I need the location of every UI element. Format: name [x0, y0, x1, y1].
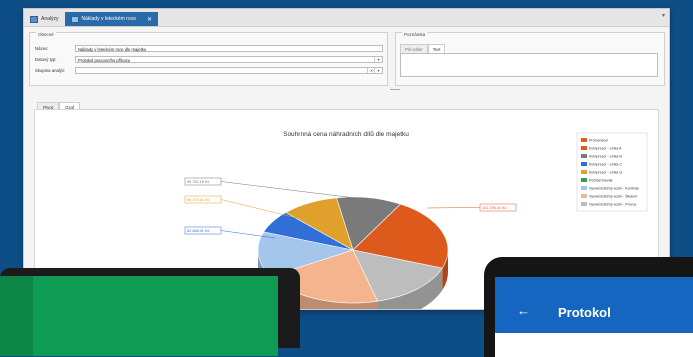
legend-swatch-5 [581, 178, 587, 182]
general-panel: Obecné Název: Náklady v leteckém roce dl… [29, 32, 388, 86]
document-icon [70, 15, 79, 23]
splitter-handle[interactable] [390, 89, 400, 90]
legend-swatch-2 [581, 154, 587, 158]
general-legend: Obecné [36, 32, 56, 37]
datatype-row: Datový typ: Protokol pracovního příkazu … [35, 56, 383, 63]
chevron-down-icon[interactable]: ▾ [374, 57, 382, 62]
laptop-screen [0, 276, 278, 356]
datatype-select[interactable]: Protokol pracovního příkazu ▾ [75, 56, 383, 63]
legend-entry-4: Kompresor - Linka G [589, 171, 622, 175]
legend-entry-7: Vysokozdvižný vozík - Školení [589, 194, 637, 199]
tablet-device: ← Protokol [484, 257, 693, 357]
analysis-icon [30, 15, 38, 23]
group-row: Skupina analýz: ✕ ▾ [35, 67, 383, 74]
legend-entry-5: Počítač-Novák [589, 179, 613, 183]
group-label: Skupina analýz: [35, 68, 66, 73]
back-arrow-icon[interactable]: ← [517, 303, 530, 318]
legend-entry-8: Vysokozdvižný vozík - Provoz [589, 203, 637, 207]
datatype-value: Protokol pracovního příkazu [78, 58, 131, 63]
callout-line-0 [426, 207, 481, 209]
legend-swatch-7 [581, 194, 587, 198]
legend-entry-1: Kompresor - Linka A [589, 147, 622, 151]
tablet-title: Protokol [558, 305, 611, 320]
tab-analyzy[interactable]: Analýzy [24, 12, 65, 26]
tablet-screen: ← Protokol [495, 277, 693, 357]
legend-swatch-6 [581, 186, 587, 190]
data-label-2: 84 703,61 Kč [187, 198, 209, 202]
tab-naklady[interactable]: Náklady v leteckém roce ✕ [64, 12, 159, 26]
legend-entry-2: Kompresor - Linka B [589, 155, 622, 159]
name-row: Název: Náklady v leteckém roce dle majet… [35, 45, 383, 52]
callout-line-2 [220, 199, 298, 219]
chart-title: Souhrnná cena náhradních dílů dle majetk… [283, 130, 409, 138]
laptop-device [0, 268, 300, 356]
legend-swatch-4 [581, 170, 587, 174]
data-label-3: 62 468,91 Kč [187, 229, 209, 233]
data-label-1: 95 782,16 Kč [187, 180, 209, 184]
chevron-down-icon[interactable]: ▾ [662, 12, 665, 19]
laptop-sidebar-strip [0, 276, 33, 356]
legend-entry-6: Vysokozdvižný vozík - Kontrola [589, 187, 639, 191]
tab-bar: Analýzy Náklady v leteckém roce ✕ [24, 9, 669, 27]
name-label: Název: [35, 46, 49, 51]
note-panel: Poznámka Pól editor Text [395, 32, 665, 86]
tab-label: Analýzy [41, 16, 59, 22]
legend-swatch-8 [581, 202, 587, 206]
group-select[interactable]: ✕ ▾ [75, 67, 383, 74]
close-icon[interactable]: ✕ [147, 16, 152, 23]
datatype-label: Datový typ: [35, 57, 57, 62]
tab-label: Náklady v leteckém roce [81, 16, 136, 22]
chevron-down-icon[interactable]: ▾ [374, 68, 382, 73]
note-text-area[interactable] [400, 53, 658, 77]
note-legend: Poznámka [402, 32, 428, 37]
data-label-0: 131 206,41 Kč [482, 206, 507, 210]
legend-swatch-3 [581, 162, 587, 166]
legend-swatch-0 [581, 138, 587, 142]
legend-entry-0: Promoneod [589, 139, 608, 143]
legend-entry-3: Kompresor - Linka C [589, 163, 622, 167]
name-field[interactable]: Náklady v leteckém roce dle majetku [75, 45, 383, 52]
legend-swatch-1 [581, 146, 587, 150]
tablet-app-bar: ← Protokol [495, 277, 693, 333]
callout-line-1 [220, 181, 356, 199]
